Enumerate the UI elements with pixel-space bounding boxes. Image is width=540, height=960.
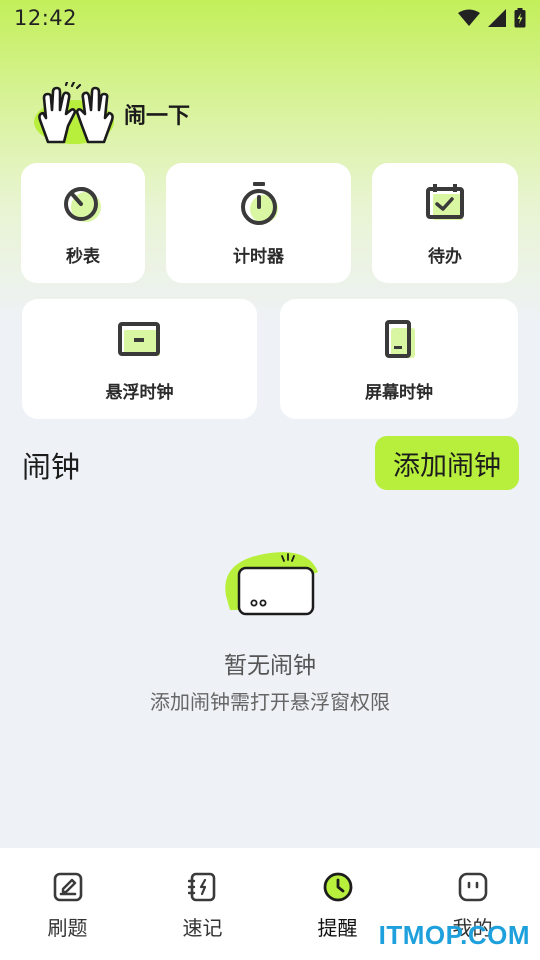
edit-icon xyxy=(53,872,82,902)
stopwatch-icon xyxy=(64,186,101,222)
battery-icon xyxy=(514,8,526,28)
timer-icon xyxy=(240,181,278,225)
profile-icon xyxy=(458,872,487,902)
nav-label: 速记 xyxy=(182,916,223,940)
status-bar: 12:42 xyxy=(0,0,540,36)
status-icons xyxy=(458,8,526,28)
empty-state-title: 暂无闹钟 xyxy=(224,653,316,679)
add-alarm-button[interactable]: 添加闹钟 xyxy=(375,436,519,490)
app-name: 闹一下 xyxy=(124,104,191,129)
alarm-section-title: 闹钟 xyxy=(22,450,81,484)
notebook-icon xyxy=(187,872,215,902)
high-five-logo-icon xyxy=(34,82,114,144)
nav-label: 提醒 xyxy=(317,916,358,940)
nav-item-reminder[interactable]: 提醒 xyxy=(288,872,388,941)
nav-label: 刷题 xyxy=(47,916,88,940)
todo-icon xyxy=(426,183,464,220)
card-label: 计时器 xyxy=(233,246,284,267)
card-label: 悬浮时钟 xyxy=(105,382,174,403)
status-time: 12:42 xyxy=(14,6,78,30)
stopwatch-card[interactable]: 秒表 xyxy=(21,163,145,283)
signal-icon xyxy=(488,9,506,27)
floating-clock-icon xyxy=(117,321,160,356)
card-label: 秒表 xyxy=(66,246,100,267)
clock-icon xyxy=(323,872,352,902)
empty-state-subtitle: 添加闹钟需打开悬浮窗权限 xyxy=(150,690,390,714)
wifi-icon xyxy=(458,9,480,26)
card-label: 待办 xyxy=(428,246,462,267)
todo-card[interactable]: 待办 xyxy=(372,163,518,283)
floating-clock-card[interactable]: 悬浮时钟 xyxy=(22,299,257,419)
screen-clock-card[interactable]: 屏幕时钟 xyxy=(280,299,518,419)
timer-card[interactable]: 计时器 xyxy=(166,163,351,283)
empty-alarm-illustration xyxy=(225,552,318,616)
screen-clock-icon xyxy=(385,319,415,358)
nav-item-practice[interactable]: 刷题 xyxy=(18,872,118,941)
watermark: ITMOP.COM xyxy=(378,920,530,950)
nav-item-notes[interactable]: 速记 xyxy=(153,872,253,941)
app-brand: 闹一下 xyxy=(30,82,190,146)
card-label: 屏幕时钟 xyxy=(365,382,433,403)
